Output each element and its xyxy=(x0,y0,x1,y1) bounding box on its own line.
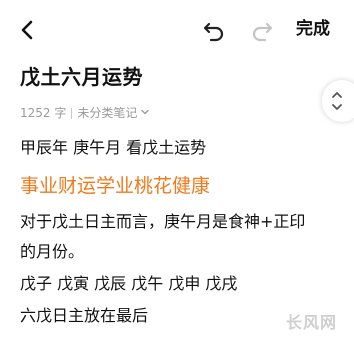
body-line-4[interactable]: 的月份。 xyxy=(20,240,84,264)
note-meta: 1252 字 未分类笔记 xyxy=(20,104,150,122)
chevron-left-icon xyxy=(21,20,33,40)
body-line-5[interactable]: 戊子 戊寅 戊辰 戊午 戊申 戊戌 xyxy=(20,272,237,296)
body-headline[interactable]: 事业财运学业桃花健康 xyxy=(20,172,210,200)
undo-icon xyxy=(203,22,224,42)
redo-icon xyxy=(252,22,273,42)
category-selector[interactable]: 未分类笔记 xyxy=(77,104,137,122)
chevron-down-icon[interactable] xyxy=(140,104,150,122)
body-line-3[interactable]: 对于戊土日主而言，庚午月是食神+正印 xyxy=(20,210,305,234)
scroll-handle[interactable] xyxy=(322,80,354,122)
redo-button[interactable] xyxy=(248,16,276,44)
note-title[interactable]: 戊土六月运势 xyxy=(20,62,143,92)
back-button[interactable] xyxy=(14,16,42,44)
body-line-1[interactable]: 甲辰年 庚午月 看戊土运势 xyxy=(20,136,206,160)
word-count: 1252 字 xyxy=(20,106,67,120)
top-toolbar: 完成 xyxy=(0,0,354,58)
watermark-text: 长风网 xyxy=(286,313,338,332)
done-button[interactable]: 完成 xyxy=(296,17,330,41)
scroll-up-down-icon xyxy=(332,92,342,110)
body-line-6[interactable]: 六戊日主放在最后 xyxy=(20,304,148,328)
undo-button[interactable] xyxy=(200,16,228,44)
meta-divider xyxy=(71,107,73,119)
